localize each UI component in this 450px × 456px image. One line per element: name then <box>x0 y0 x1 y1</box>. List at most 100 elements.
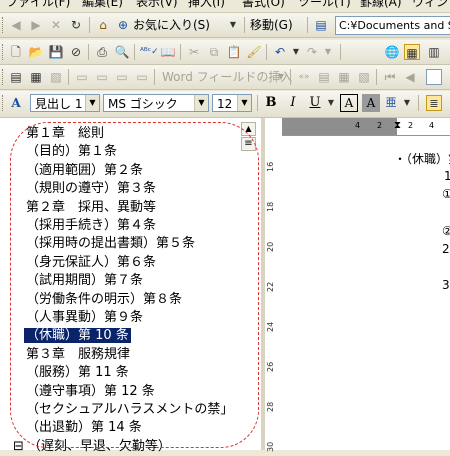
hyperlink-icon[interactable]: 🌐 <box>384 44 400 60</box>
separator <box>180 44 181 60</box>
menu-format[interactable]: 書式(O) <box>242 0 285 10</box>
document-map-item[interactable]: （身元保証人）第６条 <box>24 253 158 272</box>
spelling-check-icon[interactable]: ᴬᴮᶜ✓ <box>140 44 159 60</box>
undo-icon[interactable]: ↶ <box>272 44 288 60</box>
new-document-icon[interactable]: 🗋 <box>8 44 24 60</box>
search-web-icon[interactable]: ⊕ <box>115 17 131 33</box>
document-map-item[interactable]: （出退勤）第 14 条 <box>24 418 144 437</box>
document-map-item[interactable]: 第３章 服務規律 <box>24 345 132 364</box>
move-button[interactable]: 移動(G) <box>250 16 293 34</box>
first-record-icon[interactable]: ⏮ <box>382 69 398 85</box>
document-map-item[interactable]: （労働条件の明示）第８条 <box>24 290 184 309</box>
toolbar-grip[interactable] <box>2 17 6 33</box>
document-body[interactable]: ・（休職）第 1 ① ② 2 3 <box>282 136 450 450</box>
copy-icon[interactable]: ⧉ <box>206 44 222 60</box>
open-data-source-icon[interactable]: ▦ <box>28 69 44 85</box>
insert-merge-fields-icon[interactable]: ▭ <box>114 69 130 85</box>
toolbar-grip[interactable] <box>2 69 6 85</box>
menu-table[interactable]: 罫線(A) <box>360 0 402 10</box>
save-icon[interactable]: 💾 <box>48 44 64 60</box>
document-map-item[interactable]: （採用手続き）第４条 <box>24 216 158 235</box>
insert-greeting-icon[interactable]: ▭ <box>94 69 110 85</box>
cut-icon[interactable]: ✂ <box>186 44 202 60</box>
document-map-item[interactable]: （試用期間）第７条 <box>24 271 145 290</box>
style-dropdown[interactable]: 見出し 1 ▼ <box>30 94 100 112</box>
indent-marker-icon[interactable]: ⧗ <box>394 120 401 132</box>
document-map-item[interactable]: （採用時の提出書類）第５条 <box>24 234 197 253</box>
horizontal-ruler: 4 2 ⧗ 2 4 <box>282 118 450 136</box>
highlight-fields-icon[interactable]: ▤ <box>316 69 332 85</box>
document-map-item[interactable]: （規則の遵守）第３条 <box>24 179 158 198</box>
record-number-field[interactable] <box>426 69 442 85</box>
favorites-button[interactable]: お気に入り(S) <box>133 16 210 34</box>
document-map-item[interactable]: （服務）第 11 条 <box>24 363 131 382</box>
close-pane-icon[interactable]: ≡ <box>241 137 256 151</box>
back-icon[interactable]: ◀ <box>8 17 24 33</box>
underline-button[interactable]: U <box>306 94 324 112</box>
main-document-setup-icon[interactable]: ▤ <box>8 69 24 85</box>
chevron-down-icon[interactable]: ▼ <box>288 44 304 60</box>
chevron-down-icon[interactable]: ▼ <box>273 69 289 85</box>
chevron-down-icon[interactable]: ▼ <box>399 95 415 111</box>
chevron-down-icon[interactable]: ▼ <box>237 95 251 111</box>
previous-record-icon[interactable]: ◀ <box>402 69 418 85</box>
stop-icon[interactable]: ✕ <box>48 17 64 33</box>
chevron-up-icon[interactable]: ▲ <box>241 122 256 136</box>
styles-and-formatting-icon[interactable]: A <box>8 95 24 111</box>
research-icon[interactable]: 📖 <box>160 44 176 60</box>
document-map-item[interactable]: （適用範囲）第２条 <box>24 161 145 180</box>
italic-button[interactable]: I <box>284 94 302 112</box>
collapse-icon[interactable]: ⊟ <box>13 439 24 454</box>
character-border-button[interactable]: A <box>340 94 358 112</box>
menu-insert[interactable]: 挿入(I) <box>188 0 225 10</box>
print-preview-icon[interactable]: 🔍 <box>114 44 130 60</box>
separator <box>376 69 377 85</box>
show-web-toolbar-only-icon[interactable]: ▤ <box>313 17 329 33</box>
table-icon[interactable]: ▥ <box>426 44 442 60</box>
paste-icon[interactable]: 📋 <box>226 44 242 60</box>
phonetic-guide-icon[interactable]: 亜 <box>383 95 399 111</box>
refresh-icon[interactable]: ↻ <box>68 17 84 33</box>
match-fields-icon[interactable]: ▦ <box>336 69 352 85</box>
toolbar-grip[interactable] <box>2 44 6 60</box>
menu-file[interactable]: ファイル(F) <box>6 0 70 10</box>
chevron-down-icon[interactable]: ▼ <box>85 95 99 111</box>
address-field[interactable]: C:¥Documents and Se <box>335 16 450 35</box>
character-shading-button[interactable]: A <box>362 94 380 112</box>
document-map-icon[interactable]: ▦ <box>404 44 420 60</box>
document-map-item[interactable]: （セクシュアルハラスメントの禁」 <box>24 400 235 419</box>
document-map-item[interactable]: ⊟ （遅刻、早退、欠勤等） <box>13 437 173 456</box>
document-map-item[interactable]: （目的）第１条 <box>24 142 119 161</box>
document-map-item-label: （目的）第１条 <box>26 144 118 160</box>
chevron-down-icon[interactable]: ▼ <box>323 95 339 111</box>
propagate-labels-icon[interactable]: ▧ <box>356 69 372 85</box>
bold-button[interactable]: B <box>262 94 280 112</box>
format-painter-icon[interactable]: 🖌 <box>246 44 262 60</box>
chevron-down-icon[interactable]: ▼ <box>225 17 241 33</box>
menu-tools[interactable]: ツール(T) <box>298 0 351 10</box>
menu-edit[interactable]: 編集(E) <box>82 0 123 10</box>
chevron-down-icon[interactable]: ▼ <box>194 95 208 111</box>
print-icon[interactable]: ⎙ <box>94 44 110 60</box>
view-merged-data-icon[interactable]: «» <box>296 69 312 85</box>
document-map-item[interactable]: （休職）第 10 条 <box>24 326 131 345</box>
font-size-dropdown[interactable]: 12 ▼ <box>212 94 252 112</box>
document-map-item[interactable]: 第１章 総則 <box>24 124 106 143</box>
home-icon[interactable]: ⌂ <box>95 17 111 33</box>
insert-merge-field-icon[interactable]: ▭ <box>134 69 150 85</box>
document-map-item[interactable]: （遵守事項）第 12 条 <box>24 382 157 401</box>
forward-icon[interactable]: ▶ <box>28 17 44 33</box>
document-map-item[interactable]: 第２章 採用、異動等 <box>24 198 158 217</box>
document-map-item[interactable]: （人事異動）第９条 <box>24 308 145 327</box>
redo-icon[interactable]: ↷ <box>304 44 320 60</box>
menu-view[interactable]: 表示(V) <box>136 0 178 10</box>
font-dropdown[interactable]: MS ゴシック ▼ <box>103 94 209 112</box>
insert-address-block-icon[interactable]: ▭ <box>74 69 90 85</box>
menu-window[interactable]: ウィンド <box>412 0 450 10</box>
permission-icon[interactable]: ⊘ <box>68 44 84 60</box>
recipients-icon[interactable]: ▧ <box>48 69 64 85</box>
toolbar-grip[interactable] <box>2 95 6 111</box>
open-folder-icon[interactable]: 📂 <box>28 44 44 60</box>
chevron-down-icon[interactable]: ▼ <box>320 44 336 60</box>
align-justify-icon[interactable]: ≣ <box>426 95 442 111</box>
